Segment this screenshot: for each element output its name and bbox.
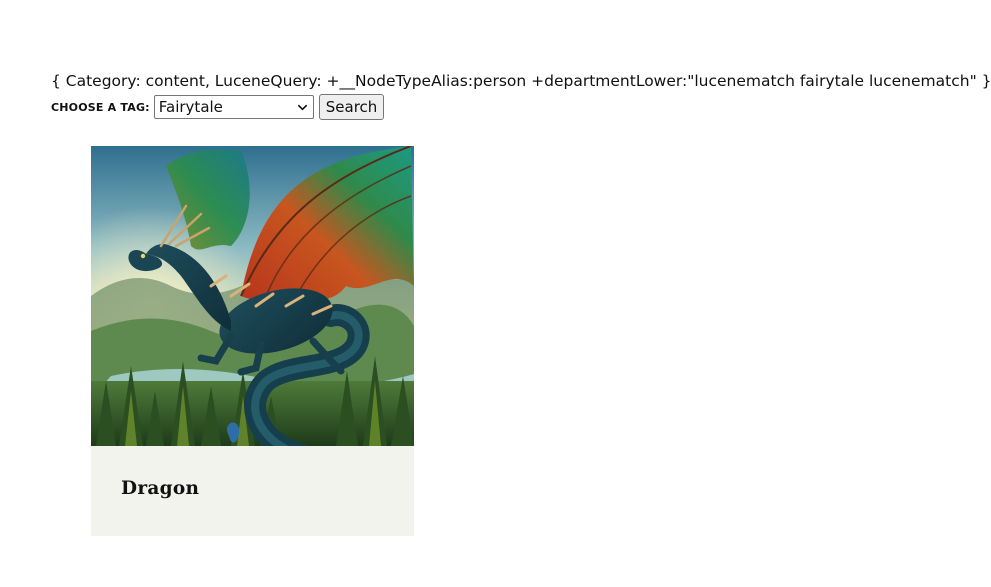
dragon-image <box>91 146 414 446</box>
tag-select-label: CHOOSE A TAG: <box>51 101 150 114</box>
tag-filter-form: CHOOSE A TAG: Fairytale Search <box>51 94 385 120</box>
chevron-down-icon <box>297 104 307 111</box>
card-title: Dragon <box>121 478 200 499</box>
search-button[interactable]: Search <box>318 94 385 120</box>
page: { Category: content, LuceneQuery: +__Nod… <box>0 0 991 587</box>
tag-select[interactable]: Fairytale <box>153 95 314 119</box>
tag-select-value: Fairytale <box>158 98 223 116</box>
result-card[interactable]: Dragon <box>91 146 414 536</box>
query-debug-text: { Category: content, LuceneQuery: +__Nod… <box>51 72 991 90</box>
